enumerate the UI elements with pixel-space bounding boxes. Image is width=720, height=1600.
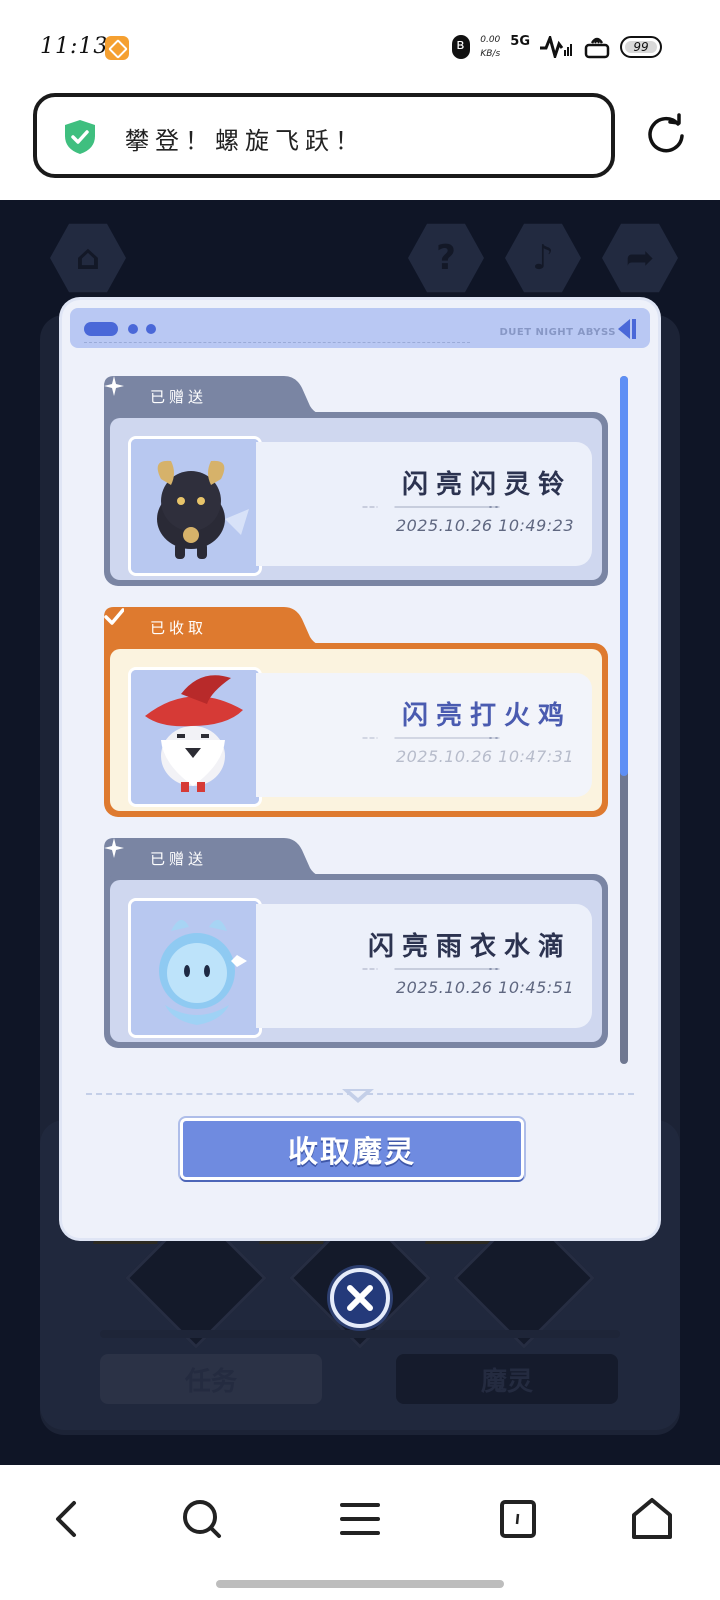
card-status-label: 已赠送	[150, 850, 208, 868]
secure-shield-icon	[65, 120, 95, 154]
bg-music-icon: ♪	[505, 223, 581, 293]
card-body: 闪亮打火鸡 2025.10.26 10:47:31	[104, 643, 608, 817]
net-speed-value: 0.00	[480, 35, 501, 45]
header-dashed-line	[84, 342, 470, 343]
decor-line	[362, 506, 500, 508]
card-status-label: 已赠送	[150, 388, 208, 406]
close-icon	[347, 1285, 373, 1311]
back-icon[interactable]	[44, 1495, 92, 1543]
header-dot	[128, 324, 138, 334]
spirit-name: 闪亮雨衣水滴	[367, 932, 572, 962]
modal-header: DUET NIGHT ABYSS	[70, 308, 650, 348]
reload-icon[interactable]	[644, 112, 688, 156]
network-type-label: 5G	[510, 33, 530, 49]
record-time: 2025.10.26 10:49:23	[395, 516, 574, 535]
bg-help-icon: ?	[408, 223, 484, 293]
sparkle-icon	[104, 376, 124, 396]
bluetooth-icon	[452, 35, 471, 59]
tabs-icon[interactable]	[494, 1495, 542, 1543]
record-time: 2025.10.26 10:47:31	[395, 747, 574, 766]
battery-icon: 99	[620, 36, 662, 58]
collect-spirit-button[interactable]: 收取魔灵	[180, 1118, 524, 1180]
header-dot	[146, 324, 156, 334]
gift-record-modal: DUET NIGHT ABYSS 已赠送 闪亮闪灵铃 2025.10.26 10…	[62, 300, 658, 1238]
record-card[interactable]: 已赠送	[104, 838, 608, 1048]
bg-tab-tasks: 任务	[100, 1354, 322, 1404]
screen: 11:13 0.00 KB/s 5G 99 攀登！螺旋飞	[0, 0, 720, 1600]
status-time: 11:13	[40, 34, 109, 59]
net-speed: 0.00 KB/s	[480, 33, 500, 61]
home-indicator[interactable]	[216, 1580, 504, 1588]
net-speed-unit: KB/s	[480, 49, 501, 59]
list-scrollbar-thumb[interactable]	[620, 376, 628, 776]
card-inner: 闪亮雨衣水滴 2025.10.26 10:45:51	[110, 880, 602, 1042]
spirit-avatar-raindrop	[128, 898, 262, 1038]
page-title: 攀登！螺旋飞跃！	[125, 127, 365, 155]
hotspot-icon	[584, 37, 610, 59]
battery-level: 99	[633, 40, 649, 54]
card-status-label: 已收取	[150, 619, 208, 637]
bg-share-icon: ➦	[602, 223, 678, 293]
app-notification-icon	[105, 36, 129, 60]
check-icon	[104, 608, 124, 625]
spirit-name: 闪亮闪灵铃	[401, 470, 572, 500]
status-icons: 0.00 KB/s 5G 99	[452, 30, 662, 64]
menu-icon[interactable]	[336, 1495, 384, 1543]
spirit-avatar-goat	[128, 436, 262, 576]
spirit-avatar-firechicken	[128, 667, 262, 807]
address-bar[interactable]: 攀登！螺旋飞跃！	[33, 93, 615, 178]
close-modal-button[interactable]	[330, 1268, 390, 1328]
record-info: 闪亮雨衣水滴 2025.10.26 10:45:51	[256, 904, 592, 1028]
spirit-name: 闪亮打火鸡	[401, 701, 572, 731]
card-body: 闪亮闪灵铃 2025.10.26 10:49:23	[104, 412, 608, 586]
card-inner: 闪亮打火鸡 2025.10.26 10:47:31	[110, 649, 602, 811]
record-time: 2025.10.26 10:45:51	[395, 978, 574, 997]
bg-tab-spirits: 魔灵	[396, 1354, 618, 1404]
record-card[interactable]: 已收取 闪亮打火鸡 2025.10.26 10:47:31	[104, 607, 608, 817]
record-info: 闪亮闪灵铃 2025.10.26 10:49:23	[256, 442, 592, 566]
header-pill	[84, 322, 118, 336]
divider-chevron-icon	[342, 1089, 374, 1103]
browser-address-row: 攀登！螺旋飞跃！	[0, 90, 720, 200]
decor-line	[362, 968, 500, 970]
bg-home-icon: ⌂	[50, 223, 126, 293]
card-inner: 闪亮闪灵铃 2025.10.26 10:49:23	[110, 418, 602, 580]
record-card[interactable]: 已赠送	[104, 376, 608, 586]
card-body: 闪亮雨衣水滴 2025.10.26 10:45:51	[104, 874, 608, 1048]
home-icon[interactable]	[628, 1495, 676, 1543]
decor-line	[362, 737, 500, 739]
header-triangle-icon	[618, 319, 636, 339]
record-info: 闪亮打火鸡 2025.10.26 10:47:31	[256, 673, 592, 797]
header-brand-label: DUET NIGHT ABYSS	[499, 327, 616, 338]
sparkle-icon	[104, 838, 124, 858]
signal-icon	[540, 33, 574, 62]
bg-progress-track	[100, 1330, 620, 1338]
status-bar: 11:13 0.00 KB/s 5G 99	[0, 0, 720, 90]
search-icon[interactable]	[178, 1495, 226, 1543]
